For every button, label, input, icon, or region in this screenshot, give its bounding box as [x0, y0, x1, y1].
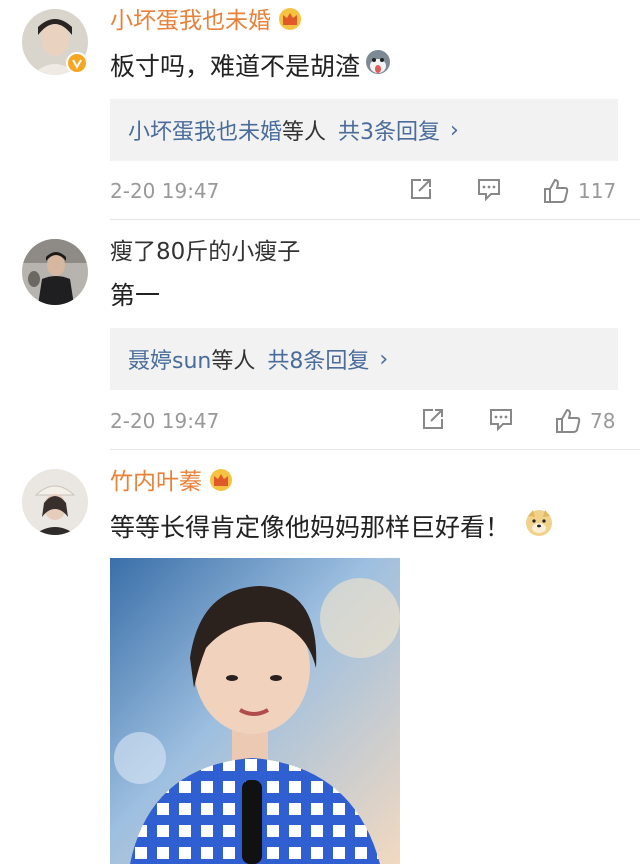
- comment-item: 小坏蛋我也未婚 板寸吗，难道不是胡渣 小坏蛋我也未婚 等人 共3条回复 › 2-…: [0, 0, 640, 220]
- username[interactable]: 瘦了80斤的小瘦子: [110, 237, 300, 267]
- thumbs-up-icon: [544, 178, 569, 203]
- comment-item: 竹内叶蓁 等等长得肯定像他妈妈那样巨好看！: [0, 450, 640, 864]
- comment-icon: [490, 409, 512, 432]
- doge-face-icon: [524, 508, 554, 547]
- reply-suffix: 等人: [282, 120, 327, 145]
- like-button[interactable]: 78: [554, 406, 615, 436]
- share-button[interactable]: [420, 406, 446, 432]
- crown-icon: [277, 7, 303, 35]
- like-count: 117: [578, 179, 617, 203]
- reply-suffix: 等人: [211, 349, 256, 374]
- comment-item: 瘦了80斤的小瘦子 第一 聂婷sun 等人 共8条回复 › 2-20 19:47: [0, 220, 640, 450]
- crown-icon: [208, 468, 234, 496]
- comment-text-content: 第一: [110, 281, 161, 310]
- comment-button[interactable]: [488, 406, 514, 432]
- reply-summary[interactable]: 聂婷sun 等人 共8条回复 ›: [110, 328, 618, 390]
- comment-text-content: 板寸吗，难道不是胡渣: [110, 51, 361, 81]
- comment-text: 第一: [110, 279, 160, 313]
- share-icon: [423, 409, 443, 429]
- comment-text: 板寸吗，难道不是胡渣: [110, 48, 392, 85]
- verified-badge-icon: [66, 52, 88, 74]
- comment-text: 等等长得肯定像他妈妈那样巨好看！: [110, 508, 554, 547]
- reply-summary[interactable]: 小坏蛋我也未婚 等人 共3条回复 ›: [110, 99, 618, 161]
- reply-count-link[interactable]: 共3条回复: [338, 114, 440, 146]
- timestamp: 2-20 19:47: [110, 179, 220, 203]
- thumbs-up-icon: [556, 408, 581, 433]
- attached-photo[interactable]: [110, 558, 400, 864]
- chevron-right-icon: ›: [379, 346, 389, 372]
- reply-user-link[interactable]: 聂婷sun: [128, 343, 211, 375]
- husky-face-icon: [364, 48, 392, 85]
- username[interactable]: 小坏蛋我也未婚: [110, 6, 271, 36]
- username[interactable]: 竹内叶蓁: [110, 467, 202, 497]
- share-icon: [411, 179, 431, 199]
- reply-user-link[interactable]: 小坏蛋我也未婚: [128, 114, 282, 146]
- share-button[interactable]: [408, 176, 434, 202]
- like-button[interactable]: 117: [542, 176, 616, 206]
- comment-button[interactable]: [476, 176, 502, 202]
- timestamp: 2-20 19:47: [110, 409, 220, 433]
- comment-text-content: 等等长得肯定像他妈妈那样巨好看！: [110, 512, 511, 542]
- like-count: 78: [590, 409, 616, 433]
- comment-icon: [478, 179, 500, 202]
- reply-count-link[interactable]: 共8条回复: [267, 343, 369, 375]
- avatar[interactable]: [22, 469, 88, 535]
- chevron-right-icon: ›: [450, 117, 459, 143]
- avatar[interactable]: [22, 239, 88, 305]
